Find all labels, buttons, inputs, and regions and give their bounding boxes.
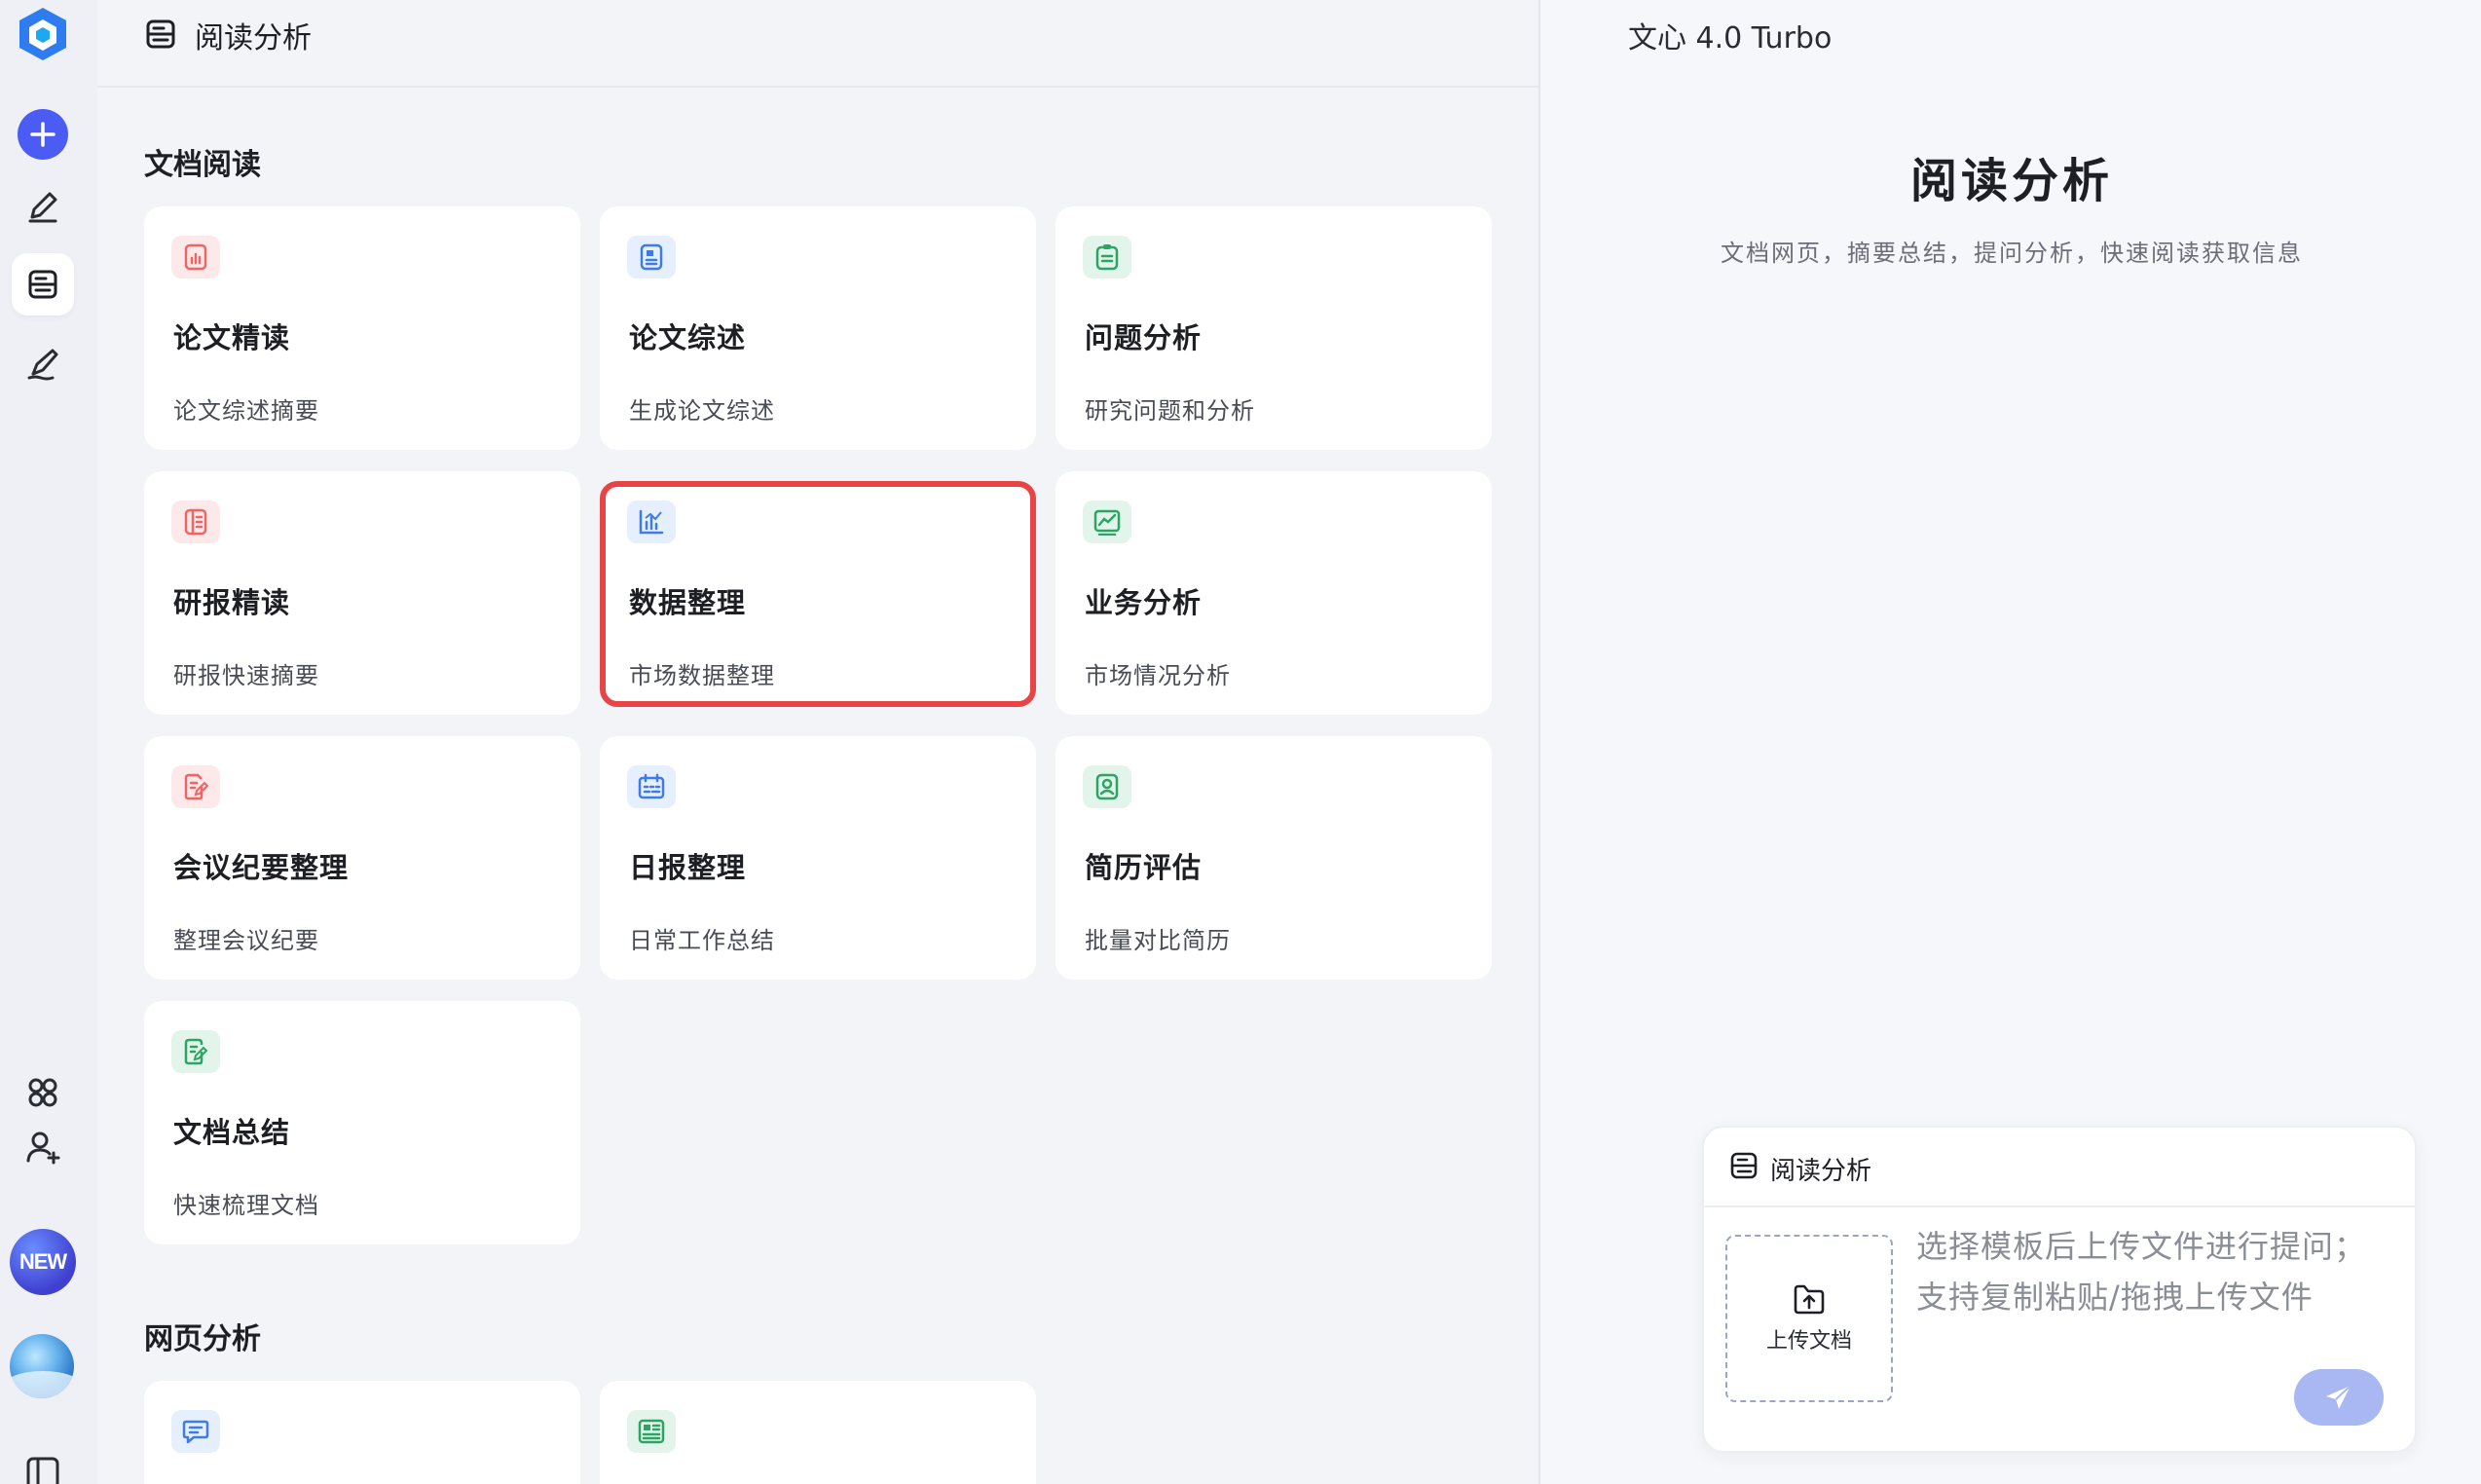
rail-writing-button[interactable] (12, 175, 74, 238)
reading-icon (28, 270, 57, 299)
template-card[interactable]: 研报精读 研报快速摘要 (144, 471, 580, 715)
upload-icon (1794, 1284, 1825, 1315)
template-card[interactable]: 简历评估 批量对比简历 (1055, 736, 1492, 980)
template-card[interactable]: 文档总结 快速梳理文档 (144, 1001, 580, 1244)
card-title: 问题分析 (1085, 321, 1203, 354)
section-title-web-analysis: 网页分析 (144, 1322, 261, 1356)
user-avatar[interactable] (10, 1334, 74, 1398)
card-title: 日报整理 (629, 851, 747, 884)
rail-user-button[interactable] (12, 1116, 74, 1178)
card-subtitle: 市场数据整理 (629, 662, 775, 689)
template-card[interactable]: 问题分析 研究问题和分析 (1055, 206, 1492, 450)
chat-bubble-icon (171, 1410, 220, 1453)
composer-mode-header[interactable]: 阅读分析 (1704, 1128, 2415, 1207)
template-card[interactable] (600, 1381, 1036, 1484)
reading-icon (146, 19, 175, 49)
template-card[interactable]: 会议纪要整理 整理会议纪要 (144, 736, 580, 980)
plus-icon (30, 122, 56, 147)
card-subtitle: 批量对比简历 (1085, 927, 1231, 954)
bar-chart-icon (627, 501, 676, 543)
line-chart-icon (1083, 501, 1131, 543)
assistant-subtitle: 文档网页，摘要总结，提问分析，快速阅读获取信息 (1721, 240, 2303, 267)
section-title-doc-reading: 文档阅读 (144, 148, 261, 182)
left-rail: NEW (0, 0, 97, 1484)
resume-icon (1083, 765, 1131, 808)
pen-icon (28, 192, 57, 223)
card-title: 研报精读 (173, 586, 291, 619)
card-title: 简历评估 (1085, 851, 1203, 884)
template-card[interactable]: 日报整理 日常工作总结 (600, 736, 1036, 980)
send-icon (2326, 1385, 2351, 1409)
template-card[interactable]: 论文精读 论文综述摘要 (144, 206, 580, 450)
model-selector[interactable]: 文心 4.0 Turbo (1628, 14, 1832, 56)
doc-pen-icon (171, 1030, 220, 1073)
card-title: 业务分析 (1085, 586, 1203, 619)
rail-drawing-button[interactable] (12, 333, 74, 395)
template-card[interactable] (144, 1381, 580, 1484)
card-subtitle: 生成论文综述 (629, 397, 775, 425)
card-title: 文档总结 (173, 1116, 291, 1149)
apps-grid-icon (28, 1078, 57, 1107)
new-feature-badge[interactable]: NEW (10, 1229, 76, 1295)
template-card-selected[interactable]: 数据整理 市场数据整理 (600, 481, 1036, 707)
send-button[interactable] (2294, 1369, 2384, 1426)
upload-label: 上传文档 (1765, 1329, 1852, 1354)
doc-chart-icon (171, 236, 220, 278)
right-pane: 文心 4.0 Turbo 阅读分析 文档网页，摘要总结，提问分析，快速阅读获取信… (1538, 0, 2481, 1484)
main-header: 阅读分析 (97, 0, 1538, 88)
upload-document-button[interactable]: 上传文档 (1725, 1235, 1893, 1402)
card-subtitle: 研报快速摘要 (173, 662, 319, 689)
card-title: 数据整理 (629, 586, 747, 619)
card-subtitle: 论文综述摘要 (173, 397, 319, 425)
card-subtitle: 研究问题和分析 (1085, 397, 1255, 425)
composer-mode-label: 阅读分析 (1770, 1157, 1872, 1186)
page-title: 阅读分析 (195, 21, 312, 56)
template-card[interactable]: 论文综述 生成论文综述 (600, 206, 1036, 450)
template-card[interactable]: 业务分析 市场情况分析 (1055, 471, 1492, 715)
app-logo-icon[interactable] (18, 6, 68, 62)
reading-icon (1730, 1152, 1758, 1179)
new-chat-button[interactable] (18, 109, 68, 160)
card-subtitle: 日常工作总结 (629, 927, 775, 954)
user-add-icon (26, 1132, 60, 1165)
rail-collapse-button[interactable] (12, 1441, 74, 1484)
news-icon (627, 1410, 676, 1453)
doc-list-icon (627, 236, 676, 278)
card-subtitle: 整理会议纪要 (173, 927, 319, 954)
main-pane: 阅读分析 文档阅读 论文精读 论文综述摘要 论文综述 生成论文综述 问题分析 研… (97, 0, 1538, 1484)
assistant-title: 阅读分析 (1909, 154, 2113, 208)
placeholder-line: 支持复制粘贴/拖拽上传文件 (1916, 1279, 2314, 1316)
calendar-icon (627, 765, 676, 808)
placeholder-line: 选择模板后上传文件进行提问； (1916, 1228, 2367, 1265)
rail-apps-button[interactable] (12, 1061, 74, 1124)
chat-composer: 阅读分析 上传文档 选择模板后上传文件进行提问； 支持复制粘贴/拖拽上传文件 (1702, 1126, 2417, 1453)
prompt-input[interactable]: 选择模板后上传文件进行提问； 支持复制粘贴/拖拽上传文件 (1916, 1221, 2384, 1322)
sidebar-toggle-icon (26, 1457, 59, 1484)
brush-icon (27, 349, 58, 381)
clipboard-icon (1083, 236, 1131, 278)
card-subtitle: 快速梳理文档 (173, 1192, 319, 1219)
rail-reading-button[interactable] (12, 253, 74, 315)
doc-edit-icon (171, 765, 220, 808)
card-title: 论文综述 (629, 321, 747, 354)
card-title: 会议纪要整理 (173, 851, 350, 884)
card-title: 论文精读 (173, 321, 291, 354)
card-subtitle: 市场情况分析 (1085, 662, 1231, 689)
report-icon (171, 501, 220, 543)
